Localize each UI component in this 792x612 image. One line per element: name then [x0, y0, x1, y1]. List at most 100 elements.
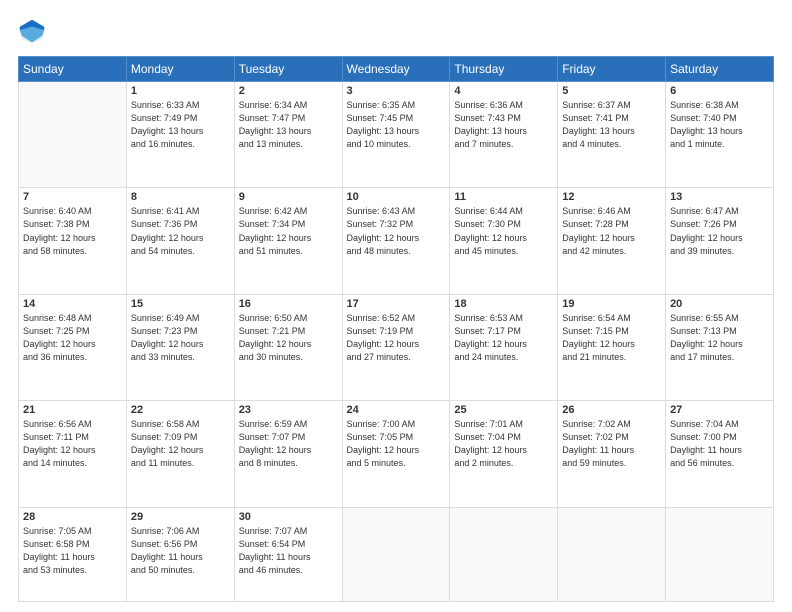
- calendar-cell: 28 Sunrise: 7:05 AM Sunset: 6:58 PM Dayli…: [19, 507, 127, 601]
- weekday-header-row: SundayMondayTuesdayWednesdayThursdayFrid…: [19, 57, 774, 82]
- calendar-week-row: 21 Sunrise: 6:56 AM Sunset: 7:11 PM Dayli…: [19, 401, 774, 507]
- calendar-cell: 1 Sunrise: 6:33 AM Sunset: 7:49 PM Daylig…: [126, 82, 234, 188]
- day-number: 10: [347, 191, 446, 203]
- day-number: 29: [131, 511, 230, 523]
- day-info: Sunrise: 6:38 AM Sunset: 7:40 PM Dayligh…: [670, 99, 769, 151]
- day-number: 20: [670, 298, 769, 310]
- calendar-cell: [666, 507, 774, 601]
- day-number: 18: [454, 298, 553, 310]
- header: [18, 18, 774, 46]
- calendar-table: SundayMondayTuesdayWednesdayThursdayFrid…: [18, 56, 774, 602]
- day-info: Sunrise: 6:42 AM Sunset: 7:34 PM Dayligh…: [239, 205, 338, 257]
- calendar-cell: 24 Sunrise: 7:00 AM Sunset: 7:05 PM Dayli…: [342, 401, 450, 507]
- day-info: Sunrise: 7:01 AM Sunset: 7:04 PM Dayligh…: [454, 418, 553, 470]
- logo-icon: [18, 18, 46, 46]
- calendar-cell: 14 Sunrise: 6:48 AM Sunset: 7:25 PM Dayli…: [19, 294, 127, 400]
- day-info: Sunrise: 6:58 AM Sunset: 7:09 PM Dayligh…: [131, 418, 230, 470]
- day-info: Sunrise: 7:06 AM Sunset: 6:56 PM Dayligh…: [131, 525, 230, 577]
- day-info: Sunrise: 6:43 AM Sunset: 7:32 PM Dayligh…: [347, 205, 446, 257]
- calendar-cell: 22Sunrise: 6:58 AM Sunset: 7:09 PM Dayli…: [126, 401, 234, 507]
- day-info: Sunrise: 6:47 AM Sunset: 7:26 PM Dayligh…: [670, 205, 769, 257]
- calendar-cell: 16 Sunrise: 6:50 AM Sunset: 7:21 PM Dayli…: [234, 294, 342, 400]
- day-info: Sunrise: 6:36 AM Sunset: 7:43 PM Dayligh…: [454, 99, 553, 151]
- calendar-cell: [19, 82, 127, 188]
- calendar-cell: 20Sunrise: 6:55 AM Sunset: 7:13 PM Dayli…: [666, 294, 774, 400]
- calendar-cell: 29 Sunrise: 7:06 AM Sunset: 6:56 PM Dayli…: [126, 507, 234, 601]
- calendar-cell: [342, 507, 450, 601]
- day-number: 2: [239, 85, 338, 97]
- calendar-cell: 7 Sunrise: 6:40 AM Sunset: 7:38 PM Daylig…: [19, 188, 127, 294]
- weekday-header-saturday: Saturday: [666, 57, 774, 82]
- calendar-cell: 18 Sunrise: 6:53 AM Sunset: 7:17 PM Dayli…: [450, 294, 558, 400]
- day-number: 7: [23, 191, 122, 203]
- day-info: Sunrise: 6:33 AM Sunset: 7:49 PM Dayligh…: [131, 99, 230, 151]
- day-number: 6: [670, 85, 769, 97]
- day-number: 3: [347, 85, 446, 97]
- calendar-cell: 23 Sunrise: 6:59 AM Sunset: 7:07 PM Dayli…: [234, 401, 342, 507]
- logo: [18, 18, 50, 46]
- calendar-cell: 4 Sunrise: 6:36 AM Sunset: 7:43 PM Daylig…: [450, 82, 558, 188]
- weekday-header-sunday: Sunday: [19, 57, 127, 82]
- day-info: Sunrise: 6:40 AM Sunset: 7:38 PM Dayligh…: [23, 205, 122, 257]
- day-number: 14: [23, 298, 122, 310]
- day-number: 13: [670, 191, 769, 203]
- day-info: Sunrise: 6:35 AM Sunset: 7:45 PM Dayligh…: [347, 99, 446, 151]
- calendar-week-row: 14 Sunrise: 6:48 AM Sunset: 7:25 PM Dayli…: [19, 294, 774, 400]
- day-number: 28: [23, 511, 122, 523]
- day-number: 16: [239, 298, 338, 310]
- calendar-cell: 2Sunrise: 6:34 AM Sunset: 7:47 PM Daylig…: [234, 82, 342, 188]
- day-number: 5: [562, 85, 661, 97]
- day-number: 9: [239, 191, 338, 203]
- day-number: 8: [131, 191, 230, 203]
- calendar-cell: 10 Sunrise: 6:43 AM Sunset: 7:32 PM Dayli…: [342, 188, 450, 294]
- day-info: Sunrise: 6:41 AM Sunset: 7:36 PM Dayligh…: [131, 205, 230, 257]
- day-info: Sunrise: 6:56 AM Sunset: 7:11 PM Dayligh…: [23, 418, 122, 470]
- day-info: Sunrise: 6:44 AM Sunset: 7:30 PM Dayligh…: [454, 205, 553, 257]
- day-number: 21: [23, 404, 122, 416]
- calendar-cell: 15Sunrise: 6:49 AM Sunset: 7:23 PM Dayli…: [126, 294, 234, 400]
- day-info: Sunrise: 7:07 AM Sunset: 6:54 PM Dayligh…: [239, 525, 338, 577]
- calendar-cell: 12Sunrise: 6:46 AM Sunset: 7:28 PM Dayli…: [558, 188, 666, 294]
- page: SundayMondayTuesdayWednesdayThursdayFrid…: [0, 0, 792, 612]
- day-info: Sunrise: 7:02 AM Sunset: 7:02 PM Dayligh…: [562, 418, 661, 470]
- calendar-cell: 21 Sunrise: 6:56 AM Sunset: 7:11 PM Dayli…: [19, 401, 127, 507]
- day-info: Sunrise: 7:00 AM Sunset: 7:05 PM Dayligh…: [347, 418, 446, 470]
- day-number: 15: [131, 298, 230, 310]
- calendar-cell: 13 Sunrise: 6:47 AM Sunset: 7:26 PM Dayli…: [666, 188, 774, 294]
- calendar-week-row: 1 Sunrise: 6:33 AM Sunset: 7:49 PM Daylig…: [19, 82, 774, 188]
- day-info: Sunrise: 6:48 AM Sunset: 7:25 PM Dayligh…: [23, 312, 122, 364]
- weekday-header-tuesday: Tuesday: [234, 57, 342, 82]
- calendar-cell: 25 Sunrise: 7:01 AM Sunset: 7:04 PM Dayli…: [450, 401, 558, 507]
- day-info: Sunrise: 7:05 AM Sunset: 6:58 PM Dayligh…: [23, 525, 122, 577]
- day-number: 25: [454, 404, 553, 416]
- weekday-header-thursday: Thursday: [450, 57, 558, 82]
- day-number: 1: [131, 85, 230, 97]
- day-info: Sunrise: 6:54 AM Sunset: 7:15 PM Dayligh…: [562, 312, 661, 364]
- calendar-cell: 6 Sunrise: 6:38 AM Sunset: 7:40 PM Daylig…: [666, 82, 774, 188]
- day-info: Sunrise: 6:46 AM Sunset: 7:28 PM Dayligh…: [562, 205, 661, 257]
- day-number: 26: [562, 404, 661, 416]
- day-info: Sunrise: 7:04 AM Sunset: 7:00 PM Dayligh…: [670, 418, 769, 470]
- day-info: Sunrise: 6:59 AM Sunset: 7:07 PM Dayligh…: [239, 418, 338, 470]
- calendar-cell: [450, 507, 558, 601]
- calendar-week-row: 7 Sunrise: 6:40 AM Sunset: 7:38 PM Daylig…: [19, 188, 774, 294]
- calendar-cell: 19 Sunrise: 6:54 AM Sunset: 7:15 PM Dayli…: [558, 294, 666, 400]
- day-info: Sunrise: 6:53 AM Sunset: 7:17 PM Dayligh…: [454, 312, 553, 364]
- day-number: 11: [454, 191, 553, 203]
- day-number: 23: [239, 404, 338, 416]
- day-number: 19: [562, 298, 661, 310]
- day-number: 24: [347, 404, 446, 416]
- calendar-cell: 5Sunrise: 6:37 AM Sunset: 7:41 PM Daylig…: [558, 82, 666, 188]
- day-info: Sunrise: 6:50 AM Sunset: 7:21 PM Dayligh…: [239, 312, 338, 364]
- day-number: 17: [347, 298, 446, 310]
- day-number: 4: [454, 85, 553, 97]
- day-number: 30: [239, 511, 338, 523]
- calendar-week-row: 28 Sunrise: 7:05 AM Sunset: 6:58 PM Dayli…: [19, 507, 774, 601]
- calendar-cell: 27 Sunrise: 7:04 AM Sunset: 7:00 PM Dayli…: [666, 401, 774, 507]
- day-number: 27: [670, 404, 769, 416]
- calendar-cell: 30 Sunrise: 7:07 AM Sunset: 6:54 PM Dayli…: [234, 507, 342, 601]
- day-info: Sunrise: 6:52 AM Sunset: 7:19 PM Dayligh…: [347, 312, 446, 364]
- calendar-cell: 17 Sunrise: 6:52 AM Sunset: 7:19 PM Dayli…: [342, 294, 450, 400]
- calendar-cell: 26 Sunrise: 7:02 AM Sunset: 7:02 PM Dayli…: [558, 401, 666, 507]
- calendar-cell: 8 Sunrise: 6:41 AM Sunset: 7:36 PM Daylig…: [126, 188, 234, 294]
